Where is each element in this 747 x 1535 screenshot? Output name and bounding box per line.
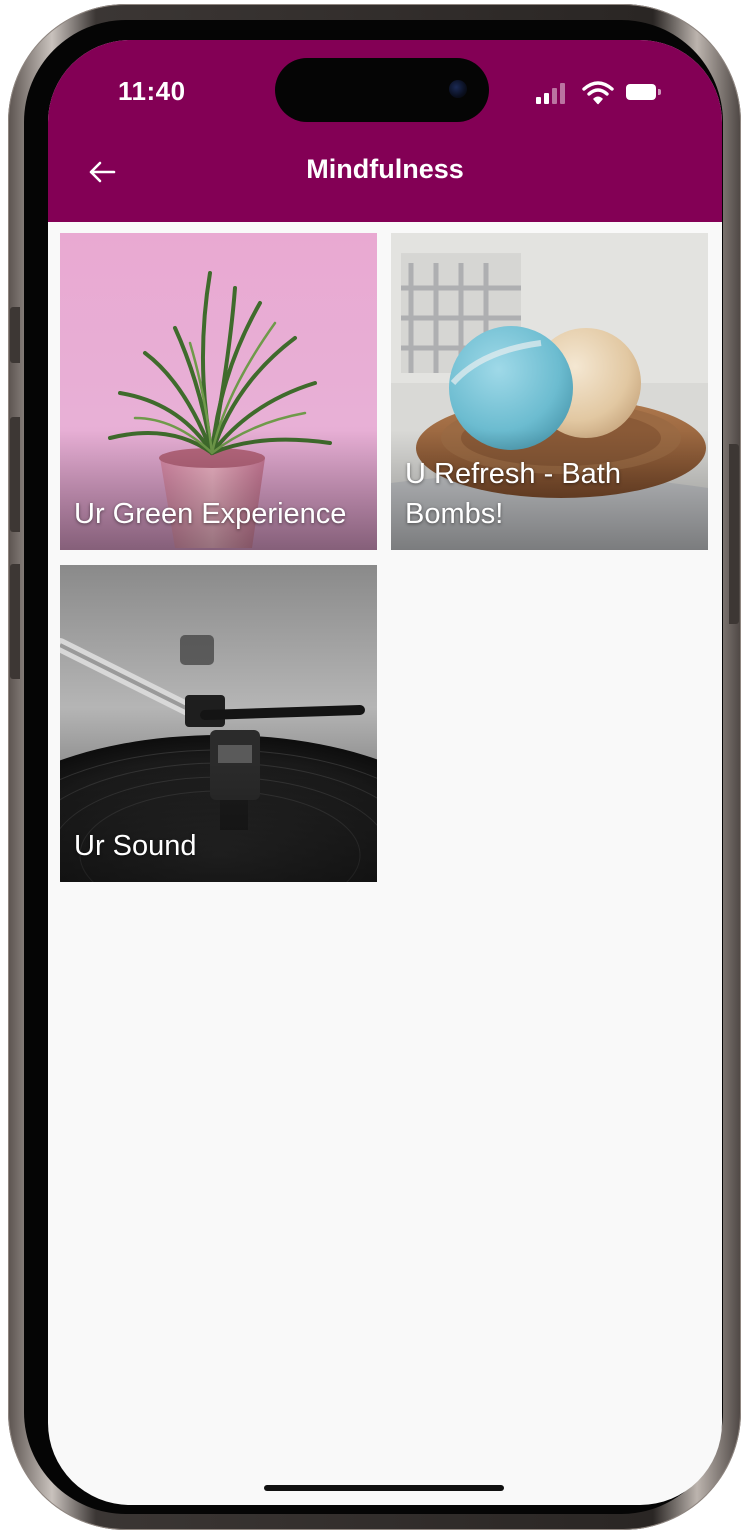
battery-icon [626,84,661,100]
wifi-icon [582,81,614,105]
status-icons [532,80,672,106]
cellular-signal-icon [536,80,570,106]
front-camera-icon [449,80,467,98]
tile-label: Ur Green Experience [74,498,347,530]
phone-screen: 11:40 Mindfulness Ur Green Experience U … [48,40,722,1505]
tile-label: Ur Sound [74,830,197,862]
page-title: Mindfulness [306,154,464,184]
tile-ur-sound[interactable]: Ur Sound [60,565,377,882]
volume-down-button [10,564,20,679]
volume-up-button [10,417,20,532]
status-time: 11:40 [118,76,186,106]
home-indicator[interactable] [264,1485,504,1491]
action-button [10,307,20,363]
tile-ur-green-experience[interactable]: Ur Green Experience [60,233,377,550]
dynamic-island [275,58,489,122]
power-button [729,444,739,624]
tile-u-refresh-bath-bombs[interactable]: U Refresh - Bath Bombs! [391,233,708,550]
tile-label: U Refresh - Bath Bombs! [405,458,621,530]
app-bar: 11:40 Mindfulness [48,40,722,222]
